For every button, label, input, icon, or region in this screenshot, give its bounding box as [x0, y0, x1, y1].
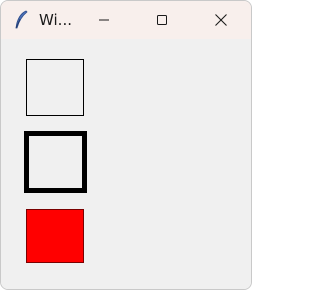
window-title: Wi... [39, 11, 72, 29]
minimize-icon [99, 19, 109, 21]
canvas-area [1, 39, 251, 289]
thick-outline-square [24, 131, 87, 193]
maximize-button[interactable] [139, 1, 185, 39]
close-button[interactable] [198, 1, 244, 39]
red-filled-square [26, 209, 84, 263]
minimize-button[interactable] [81, 1, 127, 39]
maximize-icon [157, 15, 167, 25]
thin-outline-square [26, 59, 84, 116]
app-window: Wi... [0, 0, 252, 290]
feather-icon [15, 10, 28, 29]
title-bar[interactable]: Wi... [1, 1, 251, 39]
close-icon [215, 14, 227, 26]
